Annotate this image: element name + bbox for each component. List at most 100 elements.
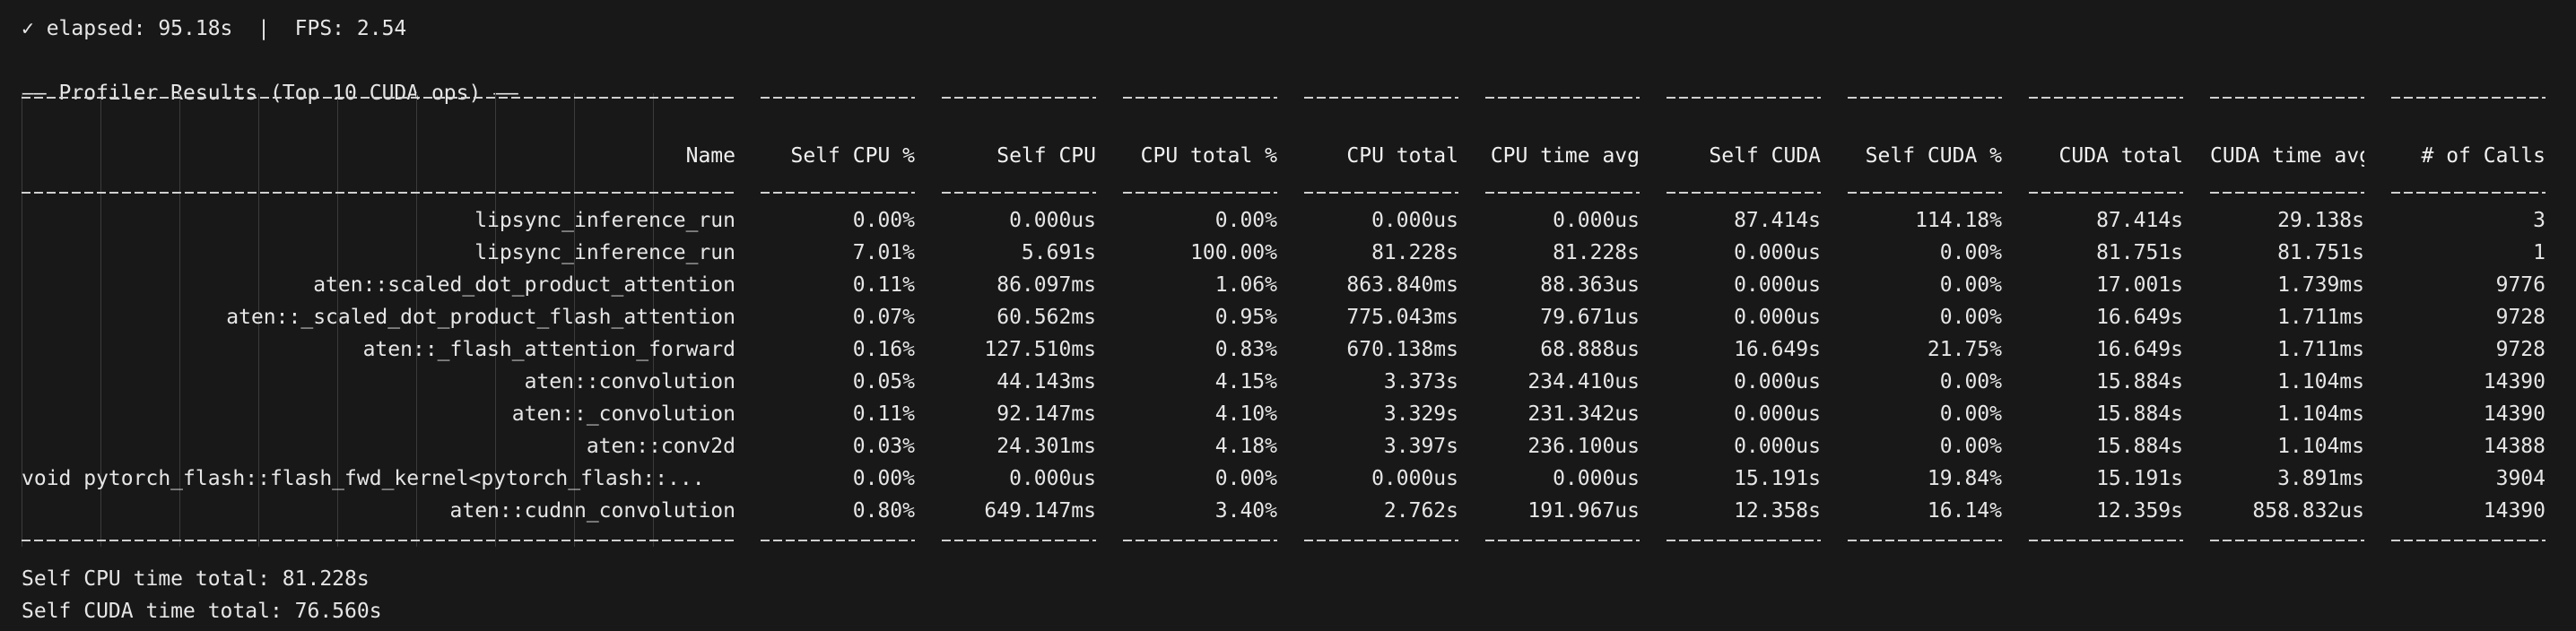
cpu-time-avg: 79.671us <box>1540 306 1640 329</box>
cpu-total-percent: 0.00% <box>1214 209 1277 232</box>
self-cpu-percent: 0.05% <box>852 370 915 393</box>
table-row: void pytorch_flash::flash_fwd_kernel<pyt… <box>22 462 2560 495</box>
cpu-time-avg: 0.000us <box>1553 467 1640 490</box>
cpu-total-percent: 0.00% <box>1214 467 1277 490</box>
cuda-time-avg: 29.138s <box>2277 209 2364 232</box>
self-cuda-percent: 0.00% <box>1939 306 2002 329</box>
number-of-calls: 3 <box>2533 209 2546 232</box>
header-cpu-total: CPU total <box>1346 144 1458 168</box>
table-row: lipsync_inference_run 0.00% 0.000us 0.00… <box>22 204 2560 237</box>
op-name: void pytorch_flash::flash_fwd_kernel<pyt… <box>22 467 705 490</box>
cpu-total-percent: 0.95% <box>1214 306 1277 329</box>
cpu-time-avg: 231.342us <box>1527 402 1640 426</box>
self-cuda-percent: 16.14% <box>1927 499 2002 523</box>
cuda-time-avg: 858.832us <box>2252 499 2364 523</box>
cpu-total: 3.397s <box>1383 435 1458 458</box>
cuda-total: 17.001s <box>2096 273 2183 297</box>
table-row: aten::conv2d 0.03% 24.301ms 4.18% 3.397s… <box>22 430 2560 462</box>
cpu-total: 2.762s <box>1383 499 1458 523</box>
header-self-cpu: Self CPU <box>996 144 1096 168</box>
table-row: aten::convolution 0.05% 44.143ms 4.15% 3… <box>22 366 2560 398</box>
cuda-total: 16.649s <box>2096 306 2183 329</box>
table-row: aten::_convolution 0.11% 92.147ms 4.10% … <box>22 398 2560 430</box>
self-cuda: 0.000us <box>1734 435 1821 458</box>
table-header-row: Name Self CPU % Self CPU CPU total % CPU… <box>22 140 2560 172</box>
op-name: lipsync_inference_run <box>474 209 735 232</box>
cpu-time-avg: 191.967us <box>1527 499 1640 523</box>
cpu-total: 81.228s <box>1371 241 1458 264</box>
cuda-time-avg: 1.711ms <box>2277 338 2364 361</box>
op-name: aten::cudnn_convolution <box>449 499 736 523</box>
separator-top <box>22 97 2560 99</box>
number-of-calls: 9728 <box>2495 306 2546 329</box>
table-row: aten::scaled_dot_product_attention 0.11%… <box>22 269 2560 301</box>
self-cuda: 0.000us <box>1734 306 1821 329</box>
number-of-calls: 14390 <box>2483 370 2546 393</box>
cpu-total-percent: 4.18% <box>1214 435 1277 458</box>
self-cpu: 44.143ms <box>996 370 1096 393</box>
cuda-time-avg: 81.751s <box>2277 241 2364 264</box>
self-cpu-percent: 7.01% <box>852 241 915 264</box>
cpu-total: 670.138ms <box>1346 338 1458 361</box>
number-of-calls: 14390 <box>2483 402 2546 426</box>
number-of-calls: 14388 <box>2483 435 2546 458</box>
self-cuda: 87.414s <box>1734 209 1821 232</box>
self-cuda-percent: 21.75% <box>1927 338 2002 361</box>
self-cpu: 60.562ms <box>996 306 1096 329</box>
cpu-time-avg: 236.100us <box>1527 435 1640 458</box>
number-of-calls: 9776 <box>2495 273 2546 297</box>
cpu-total: 3.373s <box>1383 370 1458 393</box>
cuda-time-avg: 3.891ms <box>2277 467 2364 490</box>
cuda-time-avg: 1.104ms <box>2277 370 2364 393</box>
cpu-total-percent: 3.40% <box>1214 499 1277 523</box>
op-name: aten::_convolution <box>511 402 735 426</box>
cuda-total: 12.359s <box>2096 499 2183 523</box>
cuda-time-avg: 1.739ms <box>2277 273 2364 297</box>
cuda-total: 15.884s <box>2096 402 2183 426</box>
self-cuda: 16.649s <box>1734 338 1821 361</box>
op-name: aten::scaled_dot_product_attention <box>313 273 735 297</box>
self-cpu-percent: 0.11% <box>852 273 915 297</box>
self-cuda-percent: 19.84% <box>1927 467 2002 490</box>
cuda-total: 81.751s <box>2096 241 2183 264</box>
header-self-cuda: Self CUDA <box>1709 144 1821 168</box>
cuda-time-avg: 1.711ms <box>2277 306 2364 329</box>
cpu-time-avg: 68.888us <box>1540 338 1640 361</box>
self-cpu-percent: 0.16% <box>852 338 915 361</box>
self-cpu: 0.000us <box>1009 467 1096 490</box>
op-name: aten::_flash_attention_forward <box>362 338 735 361</box>
separator-header <box>22 192 2560 194</box>
header-cpu-time-avg: CPU time avg <box>1490 144 1640 168</box>
self-cuda-percent: 0.00% <box>1939 273 2002 297</box>
cuda-time-avg: 1.104ms <box>2277 402 2364 426</box>
cuda-total: 15.884s <box>2096 435 2183 458</box>
self-cpu: 649.147ms <box>984 499 1096 523</box>
cuda-time-avg: 1.104ms <box>2277 435 2364 458</box>
table-row: aten::cudnn_convolution 0.80% 649.147ms … <box>22 495 2560 527</box>
table-row: aten::_flash_attention_forward 0.16% 127… <box>22 333 2560 366</box>
cpu-total-percent: 0.83% <box>1214 338 1277 361</box>
cpu-total-percent: 4.15% <box>1214 370 1277 393</box>
number-of-calls: 3904 <box>2495 467 2546 490</box>
header-number-of-calls: # of Calls <box>2421 144 2546 168</box>
self-cuda: 0.000us <box>1734 402 1821 426</box>
self-cpu-time-total: Self CPU time total: 81.228s <box>22 567 370 591</box>
self-cpu: 24.301ms <box>996 435 1096 458</box>
self-cpu-percent: 0.80% <box>852 499 915 523</box>
self-cpu: 0.000us <box>1009 209 1096 232</box>
op-name: aten::convolution <box>524 370 735 393</box>
self-cpu: 127.510ms <box>984 338 1096 361</box>
self-cpu-percent: 0.00% <box>852 209 915 232</box>
table-row: lipsync_inference_run 7.01% 5.691s 100.0… <box>22 237 2560 269</box>
header-self-cuda-percent: Self CUDA % <box>1865 144 2002 168</box>
cpu-total-percent: 1.06% <box>1214 273 1277 297</box>
self-cpu-percent: 0.03% <box>852 435 915 458</box>
self-cuda-percent: 0.00% <box>1939 435 2002 458</box>
self-cpu: 86.097ms <box>996 273 1096 297</box>
self-cpu-percent: 0.00% <box>852 467 915 490</box>
cuda-total: 15.191s <box>2096 467 2183 490</box>
self-cuda-percent: 0.00% <box>1939 370 2002 393</box>
table-row: aten::_scaled_dot_product_flash_attentio… <box>22 301 2560 333</box>
op-name: aten::conv2d <box>586 435 735 458</box>
cuda-total: 16.649s <box>2096 338 2183 361</box>
